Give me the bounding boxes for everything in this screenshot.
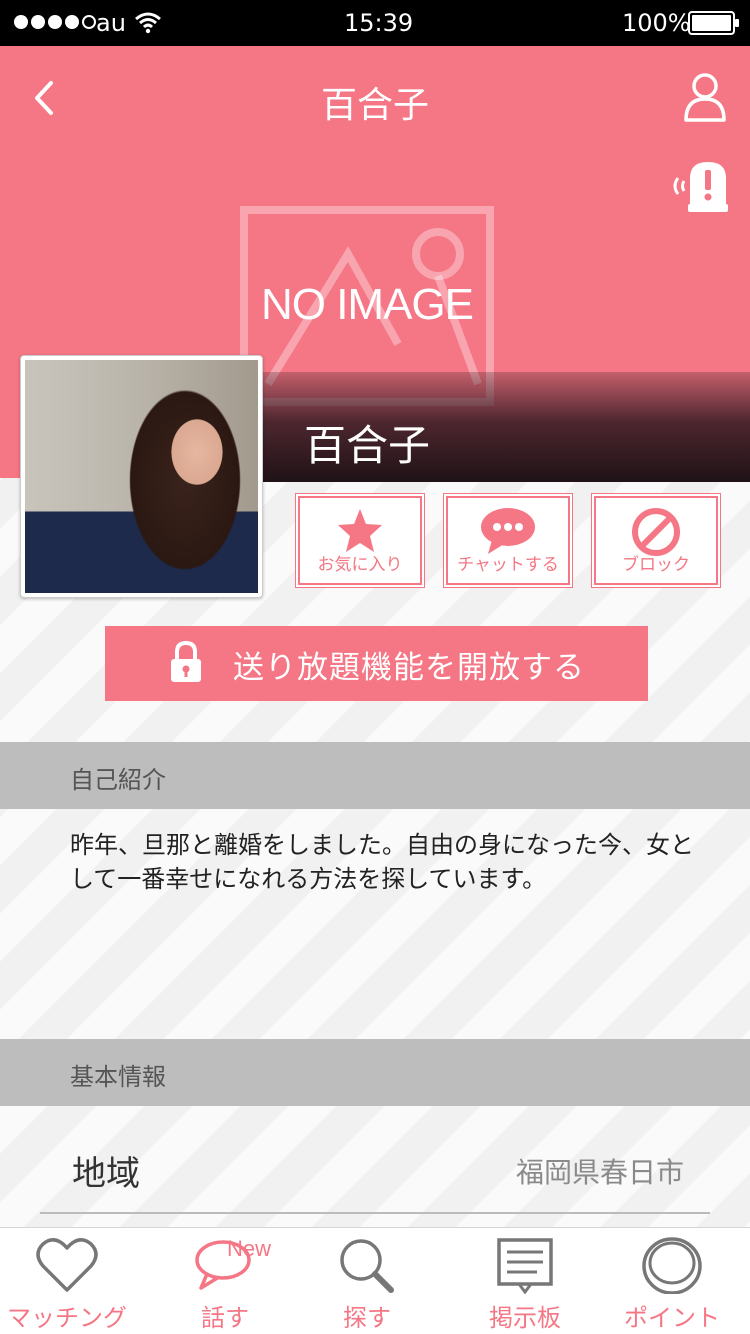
tab-search[interactable]: 探す: [292, 1228, 442, 1334]
tab-talk[interactable]: 話す: [150, 1228, 300, 1334]
tab-matching-label: マッチング: [7, 1304, 127, 1332]
region-label: 地域: [72, 1154, 140, 1194]
profile-user-icon[interactable]: [682, 70, 728, 124]
heart-icon: [36, 1238, 98, 1292]
block-label: ブロック: [622, 555, 690, 575]
tab-points[interactable]: ポイント: [597, 1228, 747, 1334]
wifi-icon: [135, 12, 161, 34]
basic-info-heading: 基本情報: [70, 1063, 166, 1091]
tab-bulletin-label: 掲示板: [489, 1304, 561, 1332]
bulletin-board-icon: [497, 1238, 553, 1294]
intro-text: 昨年、旦那と離婚をしました。自由の身になった今、女として一番幸せになれる方法を探…: [70, 831, 694, 893]
star-icon: [338, 509, 382, 552]
lock-icon: [171, 640, 201, 682]
no-image-label: NO IMAGE: [260, 280, 474, 329]
favorite-button[interactable]: お気に入り: [296, 494, 424, 587]
battery-icon: [688, 11, 739, 35]
carrier-label: au: [96, 9, 126, 37]
tab-bulletin[interactable]: 掲示板: [450, 1228, 600, 1334]
magnifier-icon: [340, 1239, 394, 1293]
intro-section-header: 自己紹介: [0, 742, 750, 809]
chat-label: チャットする: [457, 555, 559, 575]
status-bar: au 15:39 100%: [0, 0, 750, 46]
avatar[interactable]: [20, 355, 263, 598]
region-value: 福岡県春日市: [515, 1156, 684, 1189]
report-alarm-icon[interactable]: [668, 158, 732, 214]
new-badge: New: [227, 1236, 272, 1261]
tab-bar: マッチング 話す 探す 掲示板 ポイント: [0, 1227, 750, 1334]
battery-percent: 100%: [622, 9, 691, 37]
tab-points-label: ポイント: [624, 1304, 720, 1332]
profile-name: 百合子: [304, 421, 431, 470]
coin-icon: [642, 1237, 702, 1294]
favorite-label: お気に入り: [317, 555, 403, 575]
unlock-label: 送り放題機能を開放する: [233, 650, 585, 686]
clock: 15:39: [344, 9, 414, 37]
tab-talk-label: 話す: [201, 1304, 249, 1332]
unlock-unlimited-button[interactable]: 送り放題機能を開放する: [105, 626, 648, 701]
divider: [40, 1212, 710, 1214]
tab-search-label: 探す: [343, 1304, 391, 1332]
signal-strength-icon: [14, 15, 96, 29]
basic-info-section-header: 基本情報: [0, 1039, 750, 1106]
chat-bubble-icon: [481, 508, 535, 554]
block-button[interactable]: ブロック: [592, 494, 720, 587]
page-title: 百合子: [320, 85, 429, 126]
intro-heading: 自己紹介: [70, 766, 166, 794]
avatar-photo: [25, 360, 258, 593]
tab-matching[interactable]: マッチング: [0, 1228, 142, 1334]
chat-button[interactable]: チャットする: [444, 494, 572, 587]
